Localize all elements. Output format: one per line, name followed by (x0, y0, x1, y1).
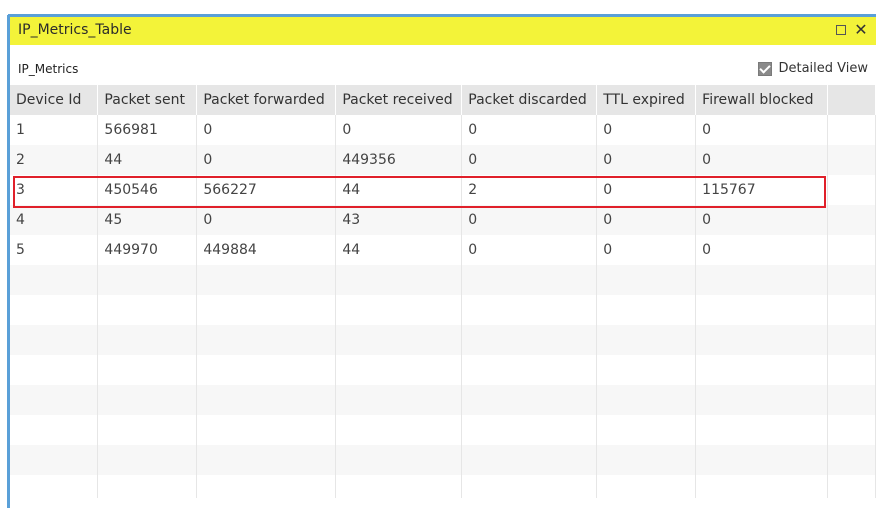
empty-table-row (10, 265, 876, 295)
cell-packet-forwarded: 449884 (196, 235, 337, 265)
table-row[interactable]: 5 449970 449884 44 0 0 0 (10, 235, 876, 265)
cell-ttl-expired: 0 (596, 145, 697, 175)
cell-packet-received: 44 (335, 235, 463, 265)
column-header-packet-forwarded[interactable]: Packet forwarded (196, 85, 337, 115)
empty-table-row (10, 415, 876, 445)
title-bar[interactable]: IP_Metrics_Table ✕ (10, 17, 876, 45)
panel-subtitle: IP_Metrics (18, 62, 79, 76)
cell-firewall-blocked: 115767 (695, 175, 829, 205)
column-header-ttl-expired[interactable]: TTL expired (596, 85, 697, 115)
checkbox-checked-icon[interactable] (758, 61, 773, 76)
table-row[interactable]: 4 45 0 43 0 0 0 (10, 205, 876, 235)
cell-device-id: 3 (10, 175, 99, 205)
empty-table-row (10, 325, 876, 355)
cell-device-id: 2 (10, 145, 99, 175)
cell-filler (827, 145, 876, 175)
ip-metrics-window: IP_Metrics_Table ✕ IP_Metrics Detailed V… (0, 0, 876, 508)
cell-packet-received: 44 (335, 175, 463, 205)
metrics-table: Device Id Packet sent Packet forwarded P… (10, 85, 876, 498)
cell-packet-forwarded: 0 (196, 145, 337, 175)
column-header-packet-received[interactable]: Packet received (335, 85, 463, 115)
cell-ttl-expired: 0 (596, 175, 697, 205)
table-header-row: Device Id Packet sent Packet forwarded P… (10, 85, 876, 115)
column-header-packet-discarded[interactable]: Packet discarded (461, 85, 598, 115)
cell-ttl-expired: 0 (596, 235, 697, 265)
cell-ttl-expired: 0 (596, 115, 697, 145)
empty-table-row (10, 295, 876, 325)
cell-firewall-blocked: 0 (695, 235, 829, 265)
cell-filler (827, 115, 876, 145)
empty-table-row (10, 475, 876, 498)
cell-packet-sent: 44 (97, 145, 198, 175)
cell-packet-received: 449356 (335, 145, 463, 175)
empty-table-row (10, 385, 876, 415)
cell-packet-sent: 449970 (97, 235, 198, 265)
cell-packet-forwarded: 0 (196, 115, 337, 145)
cell-device-id: 1 (10, 115, 99, 145)
panel-header: IP_Metrics Detailed View (10, 45, 876, 85)
column-header-firewall-blocked[interactable]: Firewall blocked (695, 85, 829, 115)
cell-filler (827, 175, 876, 205)
column-header-device-id[interactable]: Device Id (10, 85, 99, 115)
cell-packet-sent: 45 (97, 205, 198, 235)
table-row-highlighted[interactable]: 3 450546 566227 44 2 0 115767 (10, 175, 876, 205)
cell-filler (827, 205, 876, 235)
cell-device-id: 5 (10, 235, 99, 265)
cell-device-id: 4 (10, 205, 99, 235)
empty-table-row (10, 355, 876, 385)
cell-packet-received: 43 (335, 205, 463, 235)
window-title: IP_Metrics_Table (18, 22, 132, 38)
cell-packet-sent: 566981 (97, 115, 198, 145)
cell-packet-forwarded: 0 (196, 205, 337, 235)
cell-packet-received: 0 (335, 115, 463, 145)
table-row[interactable]: 1 566981 0 0 0 0 0 (10, 115, 876, 145)
cell-firewall-blocked: 0 (695, 115, 829, 145)
maximize-button[interactable] (832, 21, 850, 39)
cell-filler (827, 235, 876, 265)
cell-packet-discarded: 0 (461, 205, 598, 235)
table-row[interactable]: 2 44 0 449356 0 0 0 (10, 145, 876, 175)
column-header-filler (827, 85, 876, 115)
window-left-border (0, 0, 10, 508)
cell-firewall-blocked: 0 (695, 205, 829, 235)
cell-packet-discarded: 2 (461, 175, 598, 205)
cell-packet-discarded: 0 (461, 235, 598, 265)
close-button[interactable]: ✕ (852, 21, 870, 39)
cell-firewall-blocked: 0 (695, 145, 829, 175)
detailed-view-label: Detailed View (778, 61, 868, 76)
cell-packet-discarded: 0 (461, 115, 598, 145)
cell-packet-discarded: 0 (461, 145, 598, 175)
empty-table-row (10, 445, 876, 475)
detailed-view-toggle[interactable]: Detailed View (758, 61, 868, 76)
cell-ttl-expired: 0 (596, 205, 697, 235)
cell-packet-forwarded: 566227 (196, 175, 337, 205)
column-header-packet-sent[interactable]: Packet sent (97, 85, 198, 115)
cell-packet-sent: 450546 (97, 175, 198, 205)
square-icon (836, 25, 846, 35)
